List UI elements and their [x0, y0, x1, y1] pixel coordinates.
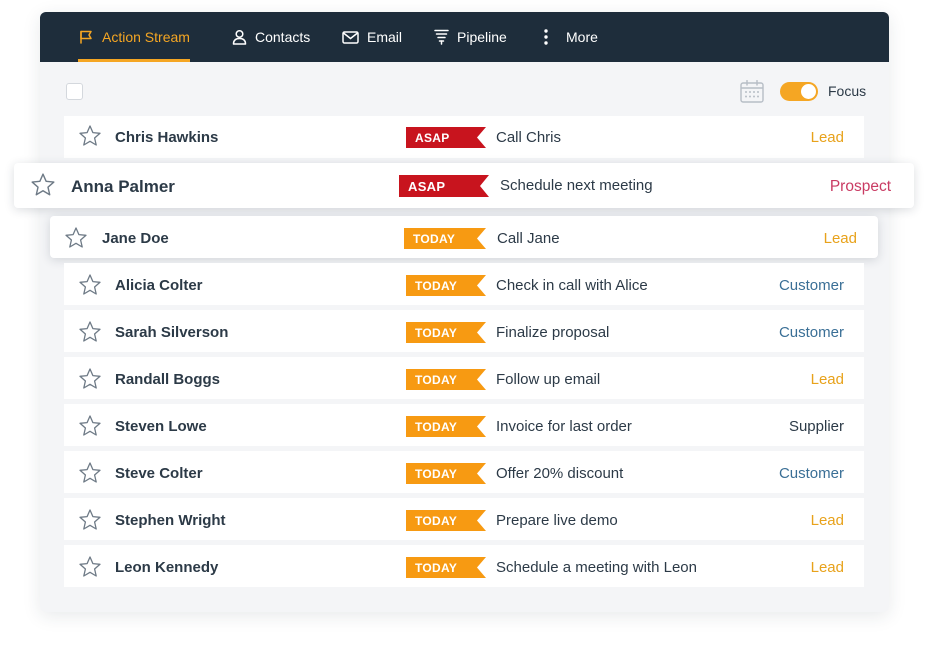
star-icon[interactable]	[78, 508, 102, 532]
task-text[interactable]: Call Chris	[496, 129, 561, 146]
select-all-checkbox[interactable]	[66, 83, 83, 100]
relationship-label: Customer	[778, 465, 844, 482]
priority-badge: TODAY	[406, 322, 486, 343]
contact-name[interactable]: Jane Doe	[102, 230, 169, 247]
task-text[interactable]: Finalize proposal	[496, 324, 609, 341]
relationship-label: Supplier	[788, 418, 844, 435]
contact-name[interactable]: Steve Colter	[115, 465, 203, 482]
star-icon[interactable]	[78, 273, 102, 297]
task-text[interactable]: Prepare live demo	[496, 512, 618, 529]
contact-name[interactable]: Stephen Wright	[115, 512, 226, 529]
task-text[interactable]: Schedule next meeting	[500, 177, 653, 194]
contact-name[interactable]: Alicia Colter	[115, 277, 203, 294]
priority-badge: TODAY	[406, 416, 486, 437]
tab-contacts[interactable]: Contacts	[232, 12, 310, 62]
contact-name[interactable]: Steven Lowe	[115, 418, 207, 435]
star-icon[interactable]	[78, 124, 102, 148]
envelope-icon	[342, 30, 359, 44]
star-icon[interactable]	[78, 414, 102, 438]
top-nav: Action Stream Contacts Email Pipeline Mo…	[40, 12, 889, 62]
task-text[interactable]: Follow up email	[496, 371, 600, 388]
star-icon[interactable]	[78, 320, 102, 344]
relationship-label: Customer	[778, 324, 844, 341]
priority-badge: ASAP	[406, 127, 486, 148]
tab-action-stream[interactable]: Action Stream	[78, 12, 190, 62]
focus-label: Focus	[828, 83, 867, 99]
action-stream-icon	[80, 30, 92, 44]
relationship-label: Customer	[778, 277, 844, 294]
relationship-label: Lead	[810, 371, 844, 388]
contact-name[interactable]: Leon Kennedy	[115, 559, 218, 576]
calendar-icon[interactable]	[740, 80, 764, 103]
relationship-label: Lead	[823, 230, 857, 247]
more-vertical-icon	[544, 29, 548, 45]
priority-badge: TODAY	[406, 510, 486, 531]
priority-badge: TODAY	[406, 463, 486, 484]
tab-more[interactable]: More	[542, 12, 598, 62]
tab-label: Action Stream	[102, 29, 190, 45]
contact-name[interactable]: Chris Hawkins	[115, 129, 218, 146]
tab-label: Email	[367, 29, 403, 45]
task-text[interactable]: Invoice for last order	[496, 418, 632, 435]
relationship-label: Lead	[810, 512, 844, 529]
priority-badge: ASAP	[399, 175, 489, 197]
tab-label: Pipeline	[457, 29, 507, 45]
funnel-icon	[434, 29, 449, 45]
relationship-label: Prospect	[829, 178, 891, 195]
star-icon[interactable]	[78, 367, 102, 391]
star-icon[interactable]	[78, 461, 102, 485]
tab-label: Contacts	[255, 29, 311, 45]
contact-name[interactable]: Randall Boggs	[115, 371, 220, 388]
tab-pipeline[interactable]: Pipeline	[434, 12, 507, 62]
priority-badge: TODAY	[406, 557, 486, 578]
user-icon	[232, 29, 247, 45]
toggle-knob	[801, 84, 816, 99]
priority-badge: TODAY	[406, 275, 486, 296]
contact-name[interactable]: Anna Palmer	[71, 177, 175, 197]
priority-badge: TODAY	[404, 228, 486, 249]
task-text[interactable]: Schedule a meeting with Leon	[496, 559, 697, 576]
contact-name[interactable]: Sarah Silverson	[115, 324, 228, 341]
star-icon[interactable]	[78, 555, 102, 579]
star-icon[interactable]	[64, 226, 88, 250]
tab-email[interactable]: Email	[342, 12, 402, 62]
tab-label: More	[566, 29, 598, 45]
task-text[interactable]: Call Jane	[497, 230, 560, 247]
relationship-label: Lead	[810, 129, 844, 146]
priority-badge: TODAY	[406, 369, 486, 390]
relationship-label: Lead	[810, 559, 844, 576]
star-icon[interactable]	[30, 172, 56, 198]
focus-toggle[interactable]	[780, 82, 818, 101]
task-text[interactable]: Check in call with Alice	[496, 277, 648, 294]
task-text[interactable]: Offer 20% discount	[496, 465, 623, 482]
active-tab-indicator	[78, 59, 190, 62]
